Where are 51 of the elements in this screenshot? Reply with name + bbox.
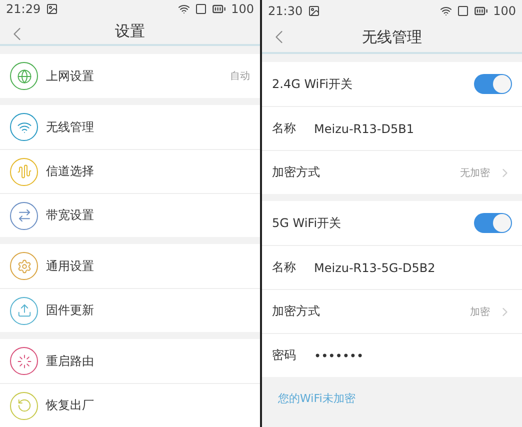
menu-label: 无线管理 xyxy=(46,118,94,136)
field-value: ••••••• xyxy=(314,348,364,362)
field-value: Meizu-R13-5G-D5B2 xyxy=(314,260,436,274)
select-value: 无加密 xyxy=(460,166,490,180)
menu-value: 自动 xyxy=(230,70,250,83)
menu-item[interactable]: 恢复出厂 xyxy=(0,383,260,427)
menu-label: 固件更新 xyxy=(46,302,94,319)
screen-title: 设置 xyxy=(115,22,145,41)
menu-item[interactable]: 信道选择 xyxy=(0,149,260,193)
row-label: 加密方式 xyxy=(272,164,320,181)
toggle-switch[interactable] xyxy=(474,213,512,233)
sim-icon xyxy=(457,5,470,17)
menu-item[interactable]: 带宽设置 xyxy=(0,193,260,237)
sim-icon xyxy=(195,3,208,16)
menu-label: 带宽设置 xyxy=(46,207,94,224)
menu-label: 恢复出厂 xyxy=(46,397,94,414)
menu-item[interactable]: 无线管理 xyxy=(0,105,260,149)
status-time: 21:29 xyxy=(6,2,41,16)
waveform-icon xyxy=(10,158,38,186)
menu-label: 信道选择 xyxy=(46,163,94,180)
battery-level: 100 xyxy=(231,2,254,16)
toggle-switch[interactable] xyxy=(474,74,512,94)
gear-icon xyxy=(10,252,38,280)
menu-item[interactable]: 通用设置 xyxy=(0,244,260,288)
row-label: 名称 xyxy=(272,259,296,276)
menu-item[interactable]: 重启路由 xyxy=(0,339,260,383)
tip-text: 您的WiFi未加密 xyxy=(278,392,356,405)
menu-item[interactable]: 固件更新 xyxy=(0,288,260,332)
row-label: 2.4G WiFi开关 xyxy=(272,76,352,92)
upload-icon xyxy=(10,296,38,324)
row-label: 5G WiFi开关 xyxy=(272,214,342,232)
field-value: Meizu-R13-D5B1 xyxy=(314,122,414,136)
burst-icon xyxy=(10,347,38,375)
image-icon xyxy=(46,3,58,16)
rotate-icon xyxy=(10,392,38,420)
globe-icon xyxy=(10,62,38,90)
menu-item[interactable]: 上网设置 自动 xyxy=(0,54,260,98)
arrows-icon xyxy=(10,202,38,230)
battery-level: 100 xyxy=(493,4,516,18)
wifi-icon xyxy=(10,113,38,141)
status-time: 21:30 xyxy=(268,4,303,18)
battery-icon xyxy=(474,4,488,18)
row-label: 名称 xyxy=(272,120,296,137)
row-label: 加密方式 xyxy=(272,303,320,320)
menu-label: 通用设置 xyxy=(46,258,94,274)
select-value: 加密 xyxy=(470,306,490,318)
row-label: 密码 xyxy=(272,347,296,364)
screen-title: 无线管理 xyxy=(362,28,422,46)
image-icon xyxy=(308,5,320,17)
menu-label: 上网设置 xyxy=(46,68,94,84)
menu-label: 重启路由 xyxy=(46,352,94,370)
